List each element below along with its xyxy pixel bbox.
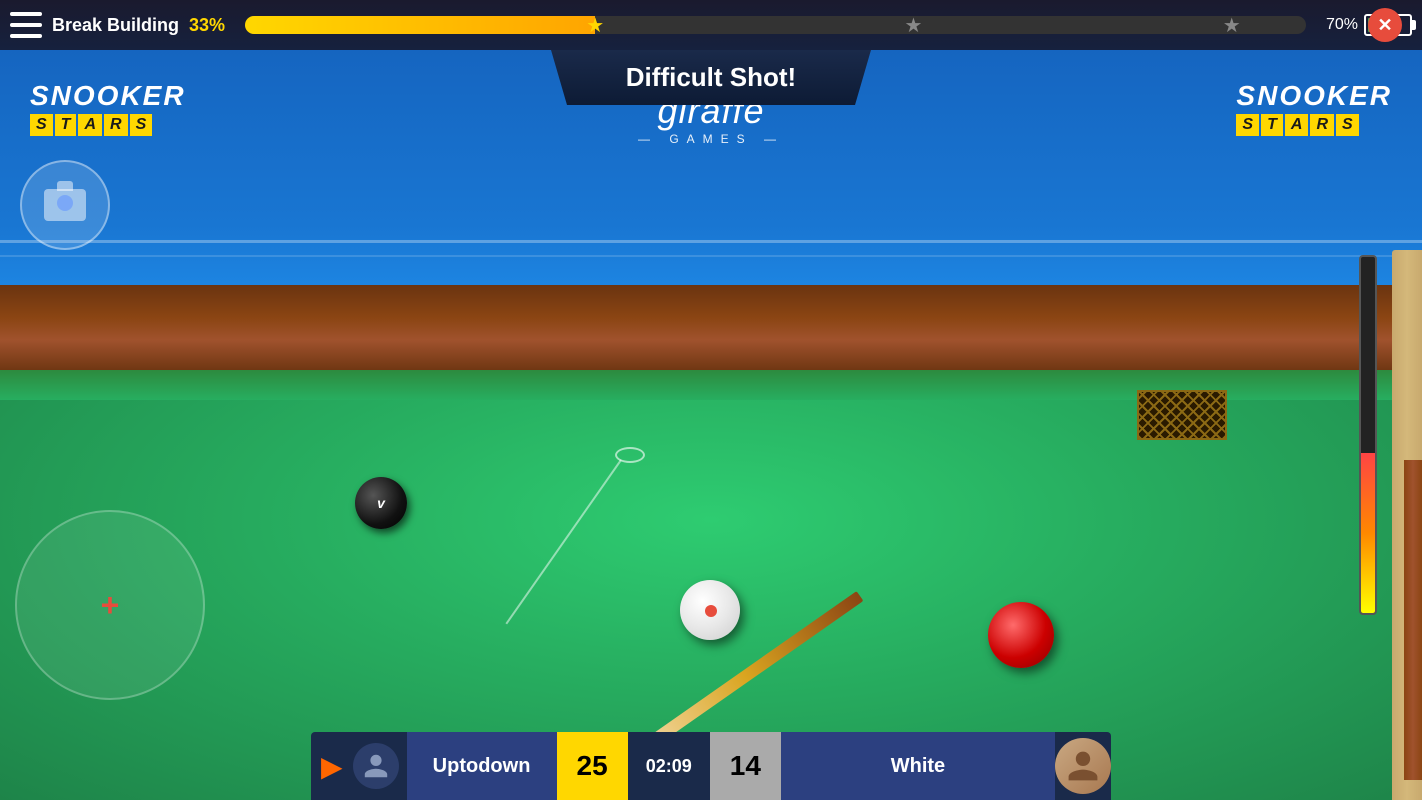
black-ball: v <box>355 477 407 529</box>
hamburger-line-1 <box>10 12 42 16</box>
stars-box-r-r: R <box>1310 114 1334 136</box>
player1-name: Uptodown <box>407 732 557 800</box>
match-timer: 02:09 <box>628 732 710 800</box>
score-arrow: ▶ <box>321 750 343 783</box>
stars-box-r-s: S <box>1236 114 1259 136</box>
white-cue-ball <box>680 580 740 640</box>
battery-percent: 70% <box>1326 16 1358 34</box>
player2-avatar <box>1055 738 1111 794</box>
games-subtext: — GAMES — <box>638 132 784 146</box>
snooker-stars-logo-left: SNOOKER S T A R S <box>30 80 186 136</box>
star-2-icon: ★ <box>904 13 922 38</box>
scoreboard: ▶ Uptodown 25 02:09 14 White <box>311 732 1111 800</box>
stars-box-s: S <box>30 114 53 136</box>
player2-avatar-icon <box>1065 748 1101 784</box>
stars-boxes-left: S T A R S <box>30 114 186 136</box>
camera-icon <box>44 189 86 221</box>
break-building-label: Break Building <box>52 15 179 36</box>
stars-box-r: R <box>104 114 128 136</box>
red-ball <box>988 602 1054 668</box>
black-ball-mark: v <box>377 495 385 511</box>
player1-avatar-icon <box>362 752 390 780</box>
arena-line-2 <box>0 255 1422 257</box>
stars-boxes-right: S T A R S <box>1236 114 1392 136</box>
player2-score: 14 <box>710 732 781 800</box>
player1-score: 25 <box>557 732 628 800</box>
power-fill <box>1361 453 1375 613</box>
pocket-net <box>1137 390 1227 440</box>
hamburger-line-3 <box>10 34 42 38</box>
stars-box-r-a: A <box>1285 114 1309 136</box>
camera-button[interactable] <box>20 160 110 250</box>
menu-button[interactable] <box>10 9 42 41</box>
difficult-shot-banner: Difficult Shot! <box>551 50 871 105</box>
top-bar: Break Building 33% ★ ★ ★ 70% <box>0 0 1422 50</box>
joystick-cross: + <box>101 587 120 624</box>
joystick-control[interactable]: + <box>15 510 205 700</box>
progress-percent: 33% <box>189 15 225 36</box>
snooker-text-right: SNOOKER <box>1236 80 1392 112</box>
star-3-icon: ★ <box>1223 13 1241 38</box>
close-banner-button[interactable]: ✕ <box>1368 8 1402 42</box>
white-ball-dot <box>705 605 717 617</box>
arena-line-1 <box>0 240 1422 243</box>
star-1-icon: ★ <box>586 13 604 38</box>
cue-handle <box>1404 460 1422 780</box>
stars-box-r-t: T <box>1261 114 1283 136</box>
game-area: SNOOKER S T A R S giraffe — GAMES — SNOO… <box>0 0 1422 800</box>
corner-pocket <box>1137 390 1237 450</box>
power-meter <box>1359 255 1377 615</box>
difficult-shot-text: Difficult Shot! <box>626 62 796 93</box>
stars-box-r-s2: S <box>1336 114 1359 136</box>
player2-name: White <box>781 732 1055 800</box>
snooker-text-left: SNOOKER <box>30 80 186 112</box>
hamburger-line-2 <box>10 23 42 27</box>
player1-avatar <box>353 743 399 789</box>
progress-bar-fill <box>245 16 595 34</box>
progress-bar: ★ ★ ★ <box>245 16 1306 34</box>
stars-box-a: A <box>78 114 102 136</box>
stars-box-s2: S <box>130 114 153 136</box>
snooker-stars-logo-right: SNOOKER S T A R S <box>1236 80 1392 136</box>
stars-box-t: T <box>55 114 77 136</box>
